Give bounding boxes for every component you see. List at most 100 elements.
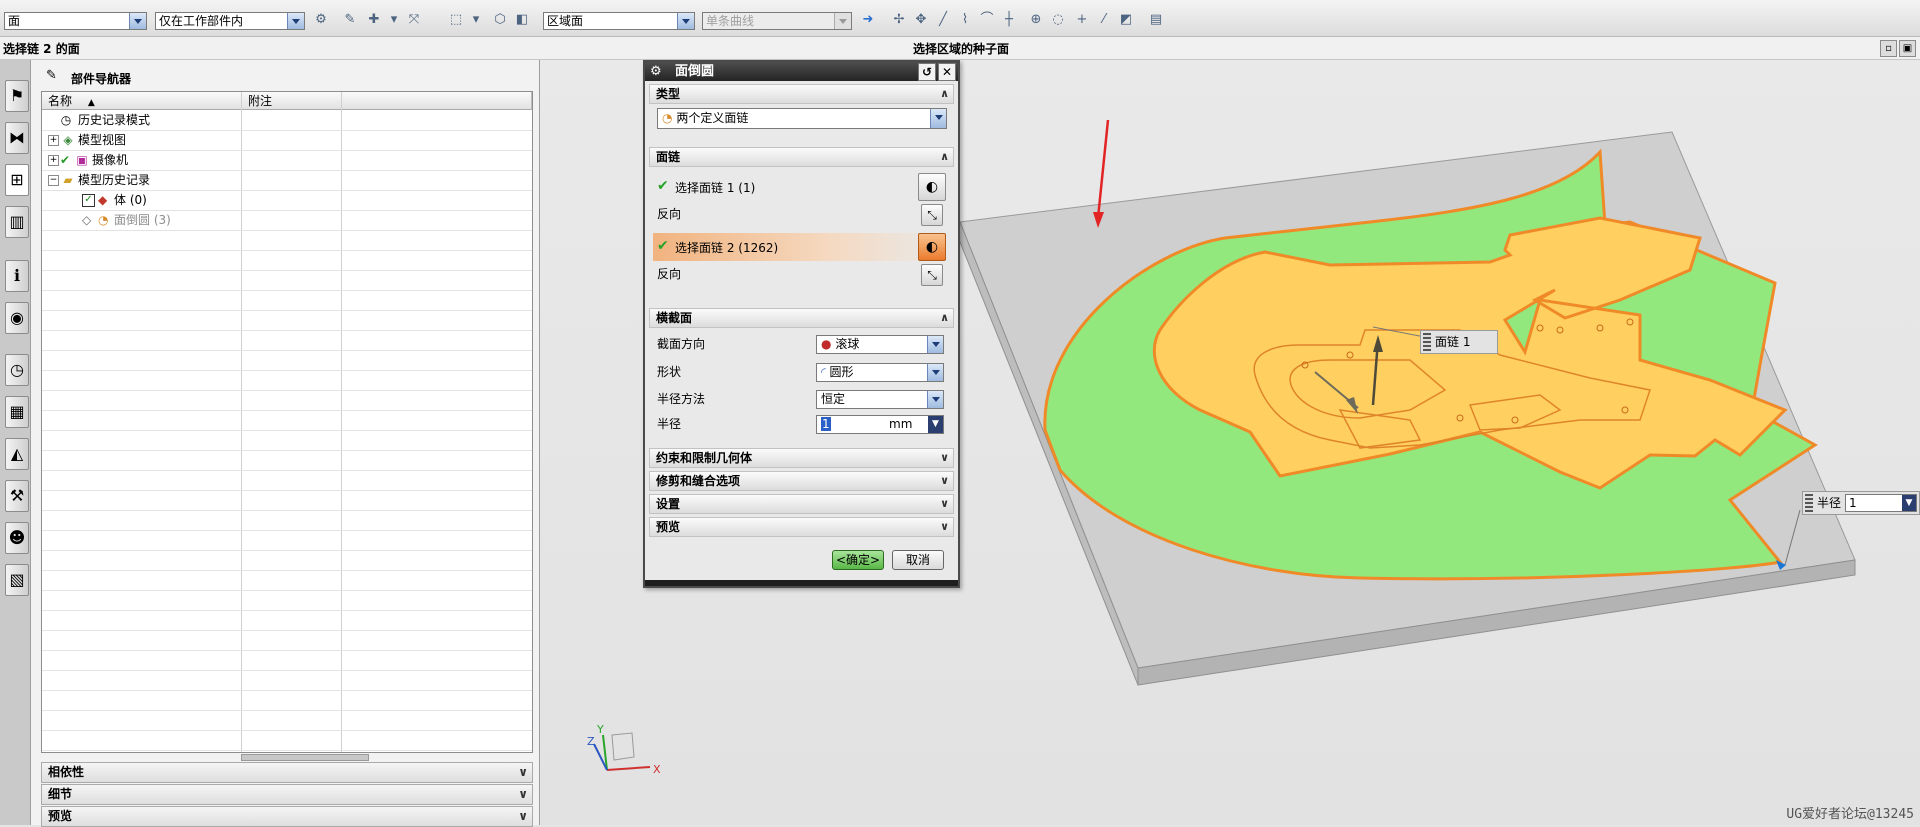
reset-icon[interactable]: ↺ xyxy=(918,63,936,81)
section-preview[interactable]: 预览 ∨ xyxy=(649,517,954,537)
navigator-tree[interactable]: 名称 ▲ 附注 ◷ 历史记录模式 + ◈ 模型视图 + ✔ ▣ 摄像机 − ▰ … xyxy=(41,91,533,753)
visibility-checkbox[interactable]: ✓ xyxy=(82,194,95,207)
select-face-chain-2-row[interactable]: ✔ 选择面链 2 (1262) ◐ xyxy=(653,233,946,261)
face-rule-select[interactable]: 区域面 xyxy=(543,12,695,30)
rectangle-select-icon[interactable]: ⬚ xyxy=(448,12,464,28)
radius-input[interactable]: 1 mm ▼ xyxy=(816,415,944,434)
line-snap-icon[interactable]: ╱ xyxy=(935,12,951,28)
midpoint-snap-icon[interactable]: ✥ xyxy=(913,12,929,28)
select-body-icon[interactable]: ⬡ xyxy=(492,12,508,28)
gear-icon[interactable]: ⚙ xyxy=(650,62,662,81)
drag-handle-icon[interactable] xyxy=(1805,494,1813,512)
dropdown-icon[interactable]: ▼ xyxy=(928,416,943,433)
general-selection-icon[interactable]: ⚙ xyxy=(313,12,329,28)
process-studio-icon[interactable]: ⚒ xyxy=(5,480,29,512)
maximize-window-icon[interactable]: ▣ xyxy=(1899,40,1916,57)
navigator-splitter[interactable] xyxy=(241,754,369,761)
show-hide-icon[interactable]: ▾ xyxy=(386,12,402,28)
center-snap-icon[interactable]: ⊕ xyxy=(1028,12,1044,28)
row-separator xyxy=(42,290,532,291)
section-face-chain[interactable]: 面链 ∧ xyxy=(649,147,954,167)
assembly-navigator-icon[interactable]: ⚑ xyxy=(5,80,29,112)
selection-hint-text: 选择区域的种子面 xyxy=(913,42,1010,56)
reverse-direction-2-button[interactable]: ⤡ xyxy=(921,264,943,286)
drag-handle-icon[interactable] xyxy=(1423,333,1431,351)
visualization-icon[interactable]: ◭ xyxy=(5,438,29,470)
endpoint-snap-icon[interactable]: ✢ xyxy=(891,12,907,28)
row-separator xyxy=(42,350,532,351)
dialog-title: 面倒圆 xyxy=(675,64,715,79)
existing-point-icon[interactable]: + xyxy=(1074,12,1090,28)
system-materials-icon[interactable]: ▦ xyxy=(5,396,29,428)
select-solid-icon[interactable]: ◧ xyxy=(514,12,530,28)
dependencies-panel[interactable]: 相依性 ∨ xyxy=(41,762,533,783)
reverse-direction-1-button[interactable]: ⤡ xyxy=(921,204,943,226)
radius-onscreen-input[interactable]: 半径 1 ▼ xyxy=(1802,491,1920,515)
section-orientation-select[interactable]: ● 滚球 xyxy=(816,335,944,354)
toolbar-options-icon[interactable]: ▤ xyxy=(1148,12,1164,28)
face-chain-1-label[interactable]: 面链 1 xyxy=(1420,330,1498,354)
select-mode-dropdown-icon[interactable]: ▾ xyxy=(468,12,484,28)
dashed-checkbox-icon: ◇ xyxy=(82,213,92,227)
section-settings[interactable]: 设置 ∨ xyxy=(649,494,954,514)
expand-icon[interactable]: + xyxy=(48,155,59,166)
ok-button[interactable]: <确定> xyxy=(832,550,884,570)
part-navigator-icon[interactable]: ⊞ xyxy=(5,164,29,196)
select-feature-icon[interactable]: ✎ xyxy=(342,12,358,28)
chevron-down-icon xyxy=(930,109,946,128)
row-separator xyxy=(42,370,532,371)
row-separator xyxy=(42,430,532,431)
system-scene-icon[interactable]: ▧ xyxy=(5,564,29,596)
history-icon[interactable]: ◷ xyxy=(5,354,29,386)
clock-icon: ◷ xyxy=(60,113,72,127)
shape-select[interactable]: ◜ 圆形 xyxy=(816,363,944,382)
body-icon: ◆ xyxy=(98,193,108,207)
restore-window-icon[interactable]: ▫ xyxy=(1880,40,1897,57)
pin-icon[interactable]: ✎ xyxy=(46,68,57,83)
section-cross-section[interactable]: 横截面 ∧ xyxy=(649,308,954,328)
stop-at-intersection-icon[interactable]: ➜ xyxy=(860,12,876,28)
select-face-chain-1-button[interactable]: ◐ xyxy=(918,173,946,201)
point-on-curve-icon[interactable]: ⁄ xyxy=(1096,12,1112,28)
type-filter-select[interactable]: 面 xyxy=(4,12,147,30)
row-separator xyxy=(42,270,532,271)
roles-icon[interactable]: ☻ xyxy=(5,522,29,554)
chevron-up-icon: ∧ xyxy=(940,311,949,324)
section-constraints[interactable]: 约束和限制几何体 ∨ xyxy=(649,448,954,468)
collapse-icon[interactable]: − xyxy=(48,175,59,186)
deselect-icon[interactable]: ⤧ xyxy=(406,12,422,28)
web-browser-icon[interactable]: ◉ xyxy=(5,302,29,334)
expand-icon[interactable]: + xyxy=(48,135,59,146)
radius-method-select[interactable]: 恒定 xyxy=(816,390,944,409)
cancel-button[interactable]: 取消 xyxy=(892,550,944,570)
selection-scope-select[interactable]: 仅在工作部件内 xyxy=(155,12,305,30)
row-separator xyxy=(42,650,532,651)
select-face-chain-2-button[interactable]: ◐ xyxy=(918,233,946,261)
details-panel[interactable]: 细节 ∨ xyxy=(41,784,533,805)
section-trim-sew[interactable]: 修剪和缝合选项 ∨ xyxy=(649,471,954,491)
row-separator xyxy=(42,610,532,611)
dropdown-icon[interactable]: ▼ xyxy=(1902,495,1916,511)
intersection-snap-icon[interactable]: ┼ xyxy=(1001,12,1017,28)
radius-onscreen-field[interactable]: 1 ▼ xyxy=(1845,494,1917,512)
sort-up-icon: ▲ xyxy=(87,98,95,108)
quadrant-snap-icon[interactable]: ◌ xyxy=(1050,12,1066,28)
constraint-navigator-icon[interactable]: ⧓ xyxy=(5,122,29,154)
info-icon[interactable]: ℹ xyxy=(5,260,29,292)
row-separator xyxy=(42,750,532,751)
snap-point-icon[interactable]: ✚ xyxy=(366,12,382,28)
curve-snap-icon[interactable]: ⌇ xyxy=(957,12,973,28)
select-face-chain-1-row[interactable]: ✔ 选择面链 1 (1) ◐ xyxy=(653,173,946,201)
row-separator xyxy=(42,530,532,531)
arc-snap-icon[interactable]: ⌒ xyxy=(979,12,995,28)
close-icon[interactable]: ✕ xyxy=(938,63,956,81)
circular-shape-icon: ◜ xyxy=(821,365,826,379)
column-note-header[interactable]: 附注 xyxy=(242,92,342,110)
column-name-header[interactable]: 名称 ▲ xyxy=(42,92,242,110)
point-on-face-icon[interactable]: ◩ xyxy=(1118,12,1134,28)
reuse-library-icon[interactable]: ▥ xyxy=(5,206,29,238)
type-select[interactable]: ◔ 两个定义面链 xyxy=(657,108,947,129)
preview-panel[interactable]: 预览 ∨ xyxy=(41,806,533,827)
section-type[interactable]: 类型 ∧ xyxy=(649,84,954,104)
triad-cube xyxy=(611,732,635,761)
